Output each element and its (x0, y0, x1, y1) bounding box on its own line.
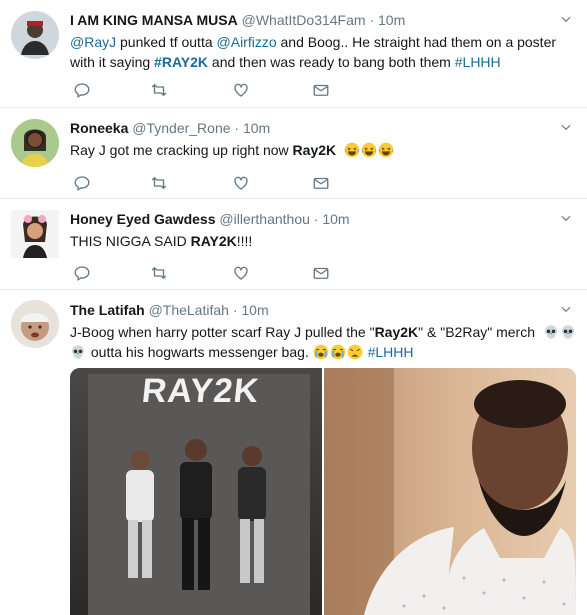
like-icon[interactable] (232, 81, 250, 99)
timestamp[interactable]: 10m (241, 302, 268, 318)
chevron-down-icon[interactable] (559, 120, 573, 134)
media-photo-portrait[interactable] (324, 368, 576, 615)
skull-emoji-icon (543, 324, 559, 340)
avatar[interactable] (11, 119, 59, 167)
tweet-header: I AM KING MANSA MUSA @WhatItDo314Fam · 1… (70, 10, 577, 30)
hashtag-link[interactable]: #RAY2K (154, 54, 208, 70)
weary-face-emoji-icon (347, 344, 363, 360)
avatar[interactable] (11, 300, 59, 348)
chevron-down-icon[interactable] (559, 302, 573, 316)
avatar[interactable] (11, 210, 59, 258)
tweet-text: THIS NIGGA SAID RAY2K!!!! (70, 233, 253, 249)
tweet-actions (70, 264, 340, 282)
direct-message-icon[interactable] (312, 264, 330, 282)
tears-of-joy-emoji-icon (344, 142, 360, 158)
highlighted-term: Ray2K (292, 142, 337, 158)
highlighted-term: Ray2K (374, 324, 419, 340)
mention-link[interactable]: @Airfizzo (217, 34, 277, 50)
retweet-icon[interactable] (150, 81, 168, 99)
mention-link[interactable]: @RayJ (70, 34, 116, 50)
username[interactable]: @illerthanthou (219, 211, 310, 227)
display-name[interactable]: Roneeka (70, 120, 128, 136)
tweet: Honey Eyed Gawdess @illerthanthou · 10m … (0, 199, 587, 290)
separator-dot: · (232, 302, 238, 318)
poster-title: RAY2K (140, 372, 262, 410)
retweet-icon[interactable] (150, 264, 168, 282)
display-name[interactable]: I AM KING MANSA MUSA (70, 12, 238, 28)
username[interactable]: @WhatItDo314Fam (242, 12, 366, 28)
tweet-header: Roneeka @Tynder_Rone · 10m (70, 118, 577, 138)
tweet-actions (70, 174, 340, 192)
media-photo-poster[interactable]: RAY2K (70, 368, 322, 615)
chevron-down-icon[interactable] (559, 211, 573, 225)
tweet: I AM KING MANSA MUSA @WhatItDo314Fam · 1… (0, 0, 587, 108)
tears-of-joy-emoji-icon (361, 142, 377, 158)
display-name[interactable]: The Latifah (70, 302, 145, 318)
tweet-header: The Latifah @TheLatifah · 10m (70, 300, 577, 320)
avatar[interactable] (11, 11, 59, 59)
direct-message-icon[interactable] (312, 174, 330, 192)
skull-emoji-icon (560, 324, 576, 340)
chevron-down-icon[interactable] (559, 12, 573, 26)
hashtag-link[interactable]: #LHHH (368, 344, 414, 360)
separator-dot: · (369, 12, 375, 28)
separator-dot: · (234, 120, 240, 136)
username[interactable]: @Tynder_Rone (132, 120, 230, 136)
tweet-header: Honey Eyed Gawdess @illerthanthou · 10m (70, 209, 577, 229)
username[interactable]: @TheLatifah (149, 302, 229, 318)
reply-icon[interactable] (73, 81, 91, 99)
like-icon[interactable] (232, 264, 250, 282)
highlighted-term: RAY2K (190, 233, 237, 249)
tweet-text: Ray J got me cracking up right now Ray2K (70, 140, 577, 160)
tweet-media[interactable]: RAY2K (70, 368, 576, 615)
tweet-text: @RayJ punked tf outta @Airfizzo and Boog… (70, 34, 557, 70)
hashtag-link[interactable]: #LHHH (455, 54, 501, 70)
reply-icon[interactable] (73, 174, 91, 192)
tweet-text: J-Boog when harry potter scarf Ray J pul… (70, 322, 577, 362)
tweet-actions (70, 81, 340, 99)
direct-message-icon[interactable] (312, 81, 330, 99)
tears-of-joy-emoji-icon (378, 142, 394, 158)
crying-emoji-icon (313, 344, 329, 360)
reply-icon[interactable] (73, 264, 91, 282)
retweet-icon[interactable] (150, 174, 168, 192)
tweet: The Latifah @TheLatifah · 10m J-Boog whe… (0, 290, 587, 615)
tweet: Roneeka @Tynder_Rone · 10m Ray J got me … (0, 108, 587, 199)
skull-emoji-icon (70, 344, 86, 360)
crying-emoji-icon (330, 344, 346, 360)
display-name[interactable]: Honey Eyed Gawdess (70, 211, 216, 227)
timestamp[interactable]: 10m (322, 211, 349, 227)
timestamp[interactable]: 10m (243, 120, 270, 136)
separator-dot: · (313, 211, 319, 227)
like-icon[interactable] (232, 174, 250, 192)
timestamp[interactable]: 10m (378, 12, 405, 28)
